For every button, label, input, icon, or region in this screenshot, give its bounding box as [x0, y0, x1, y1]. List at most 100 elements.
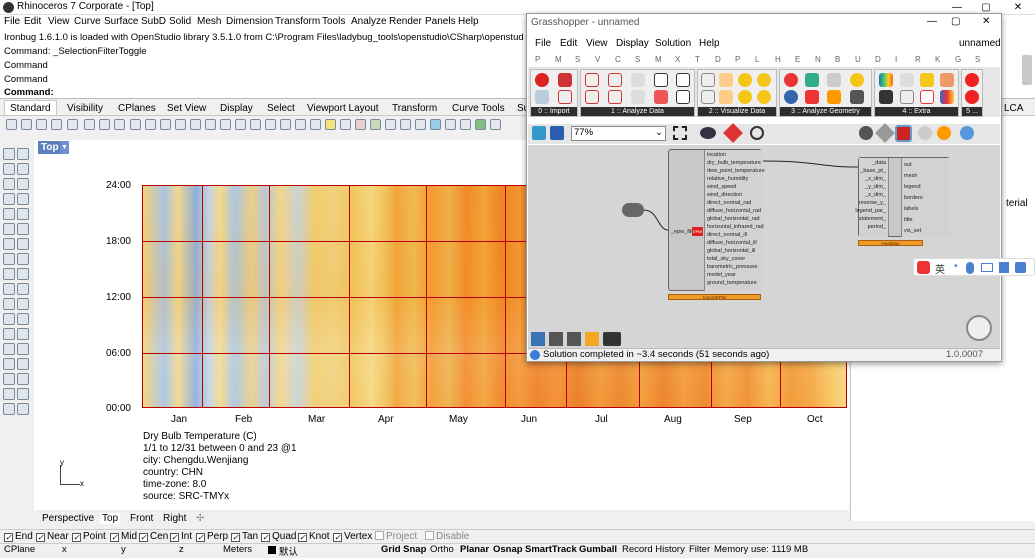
output-param[interactable]: dew_point_temperature [707, 168, 765, 174]
zoom-window-icon[interactable] [190, 119, 201, 130]
keyboard-icon[interactable] [981, 263, 993, 272]
image-icon[interactable] [900, 73, 914, 87]
menu-file[interactable]: File [4, 16, 20, 27]
output-param[interactable]: model_year [707, 272, 736, 278]
gh-menu-edit[interactable]: Edit [560, 38, 577, 49]
tab-select[interactable]: Select [267, 103, 295, 114]
stat-icon[interactable] [558, 90, 572, 104]
percent-icon[interactable] [654, 73, 668, 87]
xtra-icon[interactable] [920, 90, 934, 104]
join-icon[interactable] [3, 358, 15, 370]
print-icon[interactable] [51, 119, 62, 130]
input-param[interactable]: _x_dim_ [865, 176, 886, 182]
gh-navigation-dial-icon[interactable] [966, 315, 992, 341]
gh-sphere-grey-icon[interactable] [918, 126, 932, 140]
gh-cat[interactable]: G [955, 55, 961, 64]
tab-set-view[interactable]: Set View [167, 103, 206, 114]
status-grid-snap[interactable]: Grid Snap [381, 544, 426, 555]
osnap-quad[interactable]: ✓ Quad [261, 531, 296, 542]
status-planar[interactable]: Planar [460, 544, 489, 555]
copy-icon[interactable] [99, 119, 110, 130]
scrollbar-thumb[interactable] [1022, 55, 1032, 85]
osnap-mid[interactable]: ✓ Mid [110, 531, 137, 542]
menu-panels[interactable]: Panels [425, 16, 456, 27]
gh-menu-file[interactable]: File [535, 38, 551, 49]
menu-edit[interactable]: Edit [24, 16, 41, 27]
shade-icon[interactable] [850, 90, 864, 104]
output-param[interactable]: wind_speed [707, 184, 736, 190]
input-param[interactable]: _z_dim_ [865, 192, 886, 198]
text-icon[interactable] [17, 328, 29, 340]
gh-cat[interactable]: M [555, 55, 562, 64]
download-icon[interactable] [535, 73, 549, 87]
osnap-end[interactable]: ✓ End [4, 531, 33, 542]
osnap-tan[interactable]: ✓ Tan [231, 531, 258, 542]
status-smarttrack[interactable]: SmartTrack [525, 544, 577, 555]
menu-surface[interactable]: Surface [104, 16, 138, 27]
save-icon[interactable] [36, 119, 47, 130]
sphere-icon[interactable] [17, 223, 29, 235]
tab-cplanes[interactable]: CPlanes [118, 103, 156, 114]
polyline-icon[interactable] [3, 163, 15, 175]
command-prompt[interactable]: Command: [4, 87, 54, 98]
gh-cat[interactable]: V [595, 55, 600, 64]
tab-visibility[interactable]: Visibility [67, 103, 103, 114]
search-icon[interactable] [535, 90, 549, 104]
gh-zoom-select[interactable]: 77% ⌄ [571, 126, 666, 141]
menu-curve[interactable]: Curve [74, 16, 101, 27]
sky-icon[interactable] [827, 73, 841, 87]
compass-icon[interactable] [757, 73, 771, 87]
ime-punct-icon[interactable]: • [954, 261, 958, 272]
ab-cross-icon[interactable] [585, 90, 599, 104]
tab-curve-tools[interactable]: Curve Tools [452, 103, 505, 114]
output-param[interactable]: labels [904, 206, 918, 212]
eye-icon[interactable] [784, 90, 798, 104]
boolean-icon[interactable] [3, 253, 15, 265]
gh-export-icon[interactable] [567, 332, 581, 346]
new-icon[interactable] [6, 119, 17, 130]
ime-language[interactable]: 英 [935, 261, 945, 276]
menu-transform[interactable]: Transform [275, 16, 320, 27]
gh-gear-icon[interactable] [603, 332, 621, 346]
status-ortho[interactable]: Ortho [430, 544, 454, 555]
gh-save-icon[interactable] [550, 126, 564, 140]
status-cplane[interactable]: CPlane [4, 544, 35, 555]
menu-dimension[interactable]: Dimension [226, 16, 273, 27]
material-icon[interactable] [355, 119, 366, 130]
snapshot-icon[interactable] [460, 119, 471, 130]
chart-icon[interactable] [701, 73, 715, 87]
scale-icon[interactable] [17, 298, 29, 310]
select-icon[interactable] [3, 148, 15, 160]
array-icon[interactable] [17, 313, 29, 325]
output-param[interactable]: diffuse_horizontal_rad [707, 208, 761, 214]
grasshopper-window[interactable]: Grasshopper - unnamed — ▢ ✕ File Edit Vi… [526, 13, 1002, 362]
explode-icon[interactable] [17, 343, 29, 355]
skin-icon[interactable] [999, 262, 1009, 273]
output-param[interactable]: global_horizontal_rad [707, 216, 760, 222]
gh-cat[interactable]: X [675, 55, 680, 64]
input-param[interactable]: _data [872, 160, 886, 166]
menu-solid[interactable]: Solid [169, 16, 191, 27]
gh-cat[interactable]: I [895, 55, 897, 64]
rotate-view-icon[interactable] [160, 119, 171, 130]
box-icon[interactable] [3, 223, 15, 235]
mic-icon[interactable] [966, 262, 974, 274]
ab-icon[interactable] [631, 73, 645, 87]
tab-right[interactable]: Right [163, 513, 186, 524]
output-param[interactable]: mesh [904, 173, 917, 179]
osnap-perp[interactable]: ✓ Perp [196, 531, 228, 542]
input-param[interactable]: _y_dim_ [865, 184, 886, 190]
ring-icon[interactable] [757, 90, 771, 104]
gh-download-icon[interactable] [549, 332, 563, 346]
output-param[interactable]: barometric_pressure [707, 264, 757, 270]
import-epw-component[interactable]: _epw_file EPW location dry_bulb_temperat… [668, 149, 765, 291]
line-chart-icon[interactable] [701, 90, 715, 104]
gh-cat[interactable]: C [615, 55, 621, 64]
gumball-icon[interactable] [3, 403, 15, 415]
gh-cat[interactable]: R [915, 55, 921, 64]
mirror-icon[interactable] [3, 313, 15, 325]
sun-icon[interactable] [430, 119, 441, 130]
menu-view[interactable]: View [48, 16, 70, 27]
gh-cat[interactable]: K [935, 55, 940, 64]
show-icon[interactable] [17, 373, 29, 385]
